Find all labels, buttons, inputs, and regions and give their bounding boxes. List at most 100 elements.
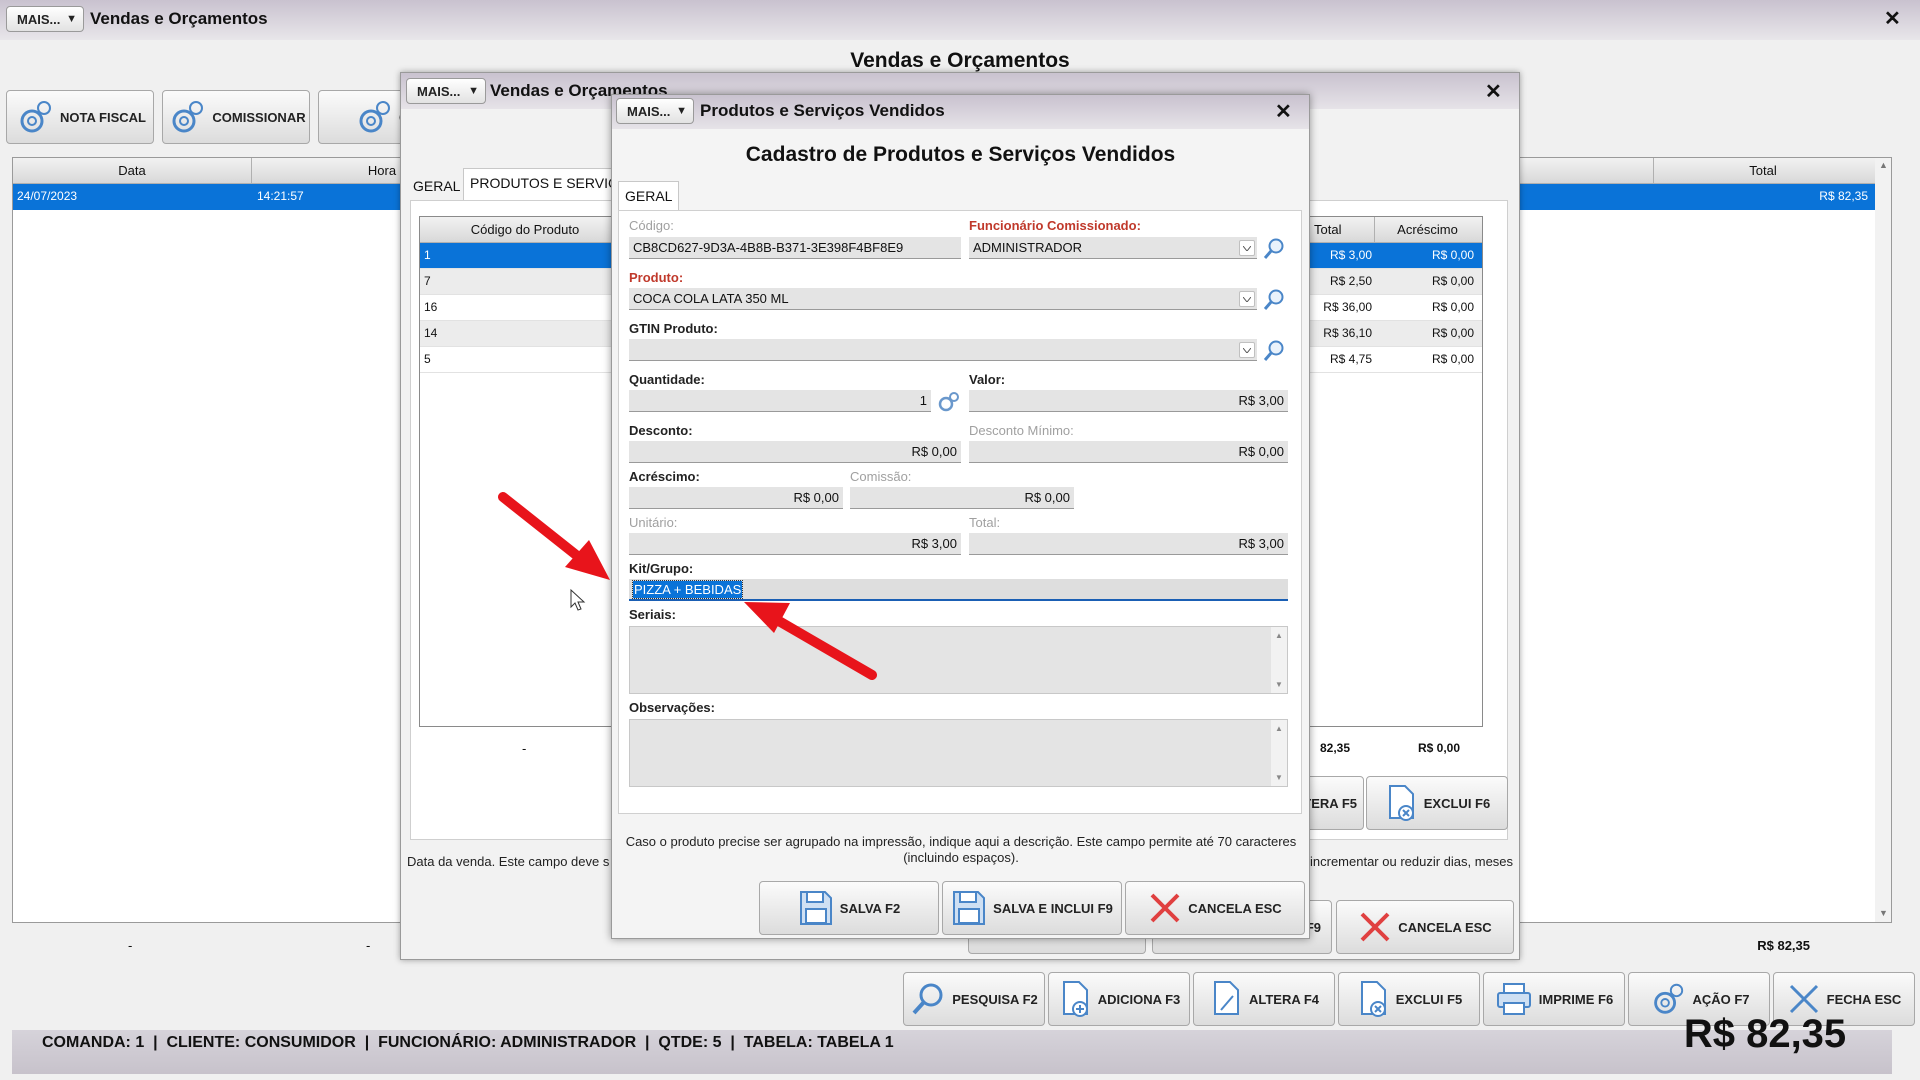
mid-footer-dash: - xyxy=(522,741,527,756)
big-total: R$ 82,35 xyxy=(1683,1014,1847,1054)
mid-grid-scrollbar[interactable] xyxy=(1482,235,1483,505)
exclui-button[interactable]: EXCLUI F5 xyxy=(1338,972,1480,1026)
third-toolbar-button[interactable]: C xyxy=(318,90,408,144)
magnifier-icon xyxy=(912,983,943,1015)
altera-button[interactable]: ALTERA F4 xyxy=(1193,972,1335,1026)
valor-field[interactable]: R$ 3,00 xyxy=(969,390,1288,412)
adiciona-label: ADICIONA F3 xyxy=(1097,991,1181,1007)
scroll-up-arrow-icon[interactable]: ▲ xyxy=(1275,724,1283,733)
dialog-heading: Cadastro de Produtos e Serviços Vendidos xyxy=(745,143,1176,166)
adiciona-button[interactable]: ADICIONA F3 xyxy=(1048,972,1190,1026)
desconto-field[interactable]: R$ 0,00 xyxy=(629,441,961,463)
mid-exclui-button[interactable]: EXCLUI F6 xyxy=(1366,776,1508,830)
scroll-down-arrow-icon[interactable]: ▼ xyxy=(1879,908,1888,918)
salva-e-inclui-button[interactable]: SALVA E INCLUI F9 xyxy=(942,881,1122,935)
imprime-button[interactable]: IMPRIME F6 xyxy=(1483,972,1625,1026)
header-data[interactable]: Data xyxy=(13,163,251,178)
quantidade-field[interactable]: 1 xyxy=(629,390,931,412)
dialog-mais-button[interactable]: MAIS... ▼ xyxy=(616,98,694,124)
pesquisa-label: PESQUISA F2 xyxy=(952,991,1038,1007)
search-icon[interactable] xyxy=(1262,339,1286,363)
salva-e-inclui-label: SALVA E INCLUI F9 xyxy=(993,900,1113,916)
salva-button[interactable]: SALVA F2 xyxy=(759,881,939,935)
gtin-combo[interactable] xyxy=(629,339,1257,361)
mid-tab-geral[interactable]: GERAL xyxy=(407,172,466,200)
main-grid-scrollbar[interactable] xyxy=(1875,158,1891,922)
row-total: R$ 82,35 xyxy=(1819,189,1868,203)
cell-codigo: 16 xyxy=(424,300,438,314)
save-icon xyxy=(953,891,986,925)
mid-cancela-button[interactable]: CANCELA ESC xyxy=(1336,900,1514,954)
cell-acrescimo: R$ 0,00 xyxy=(1431,326,1474,340)
desconto-label: Desconto: xyxy=(629,423,693,438)
kit-grupo-field[interactable]: PIZZA + BEBIDAS xyxy=(629,579,1288,601)
cell-codigo: 5 xyxy=(424,352,431,366)
chevron-down-icon[interactable] xyxy=(1239,342,1255,358)
dialog-tab-geral[interactable]: GERAL xyxy=(618,181,680,211)
dialog-close-icon[interactable]: ✕ xyxy=(1275,102,1292,122)
cancela-button[interactable]: CANCELA ESC xyxy=(1125,881,1305,935)
observacoes-scrollbar[interactable]: ▲ ▼ xyxy=(1271,720,1287,786)
header-acrescimo[interactable]: Acréscimo xyxy=(1375,222,1480,237)
printer-icon xyxy=(1496,983,1531,1015)
dialog-mais-label: MAIS... xyxy=(627,103,671,119)
scroll-up-arrow-icon[interactable]: ▲ xyxy=(1879,160,1888,170)
comissionar-button[interactable]: COMISSIONAR xyxy=(162,90,310,144)
nota-fiscal-button[interactable]: NOTA FISCAL xyxy=(6,90,154,144)
header-codigo[interactable]: Código do Produto xyxy=(420,222,630,237)
chevron-down-icon[interactable] xyxy=(1239,240,1255,256)
acrescimo-field[interactable]: R$ 0,00 xyxy=(629,487,843,509)
search-icon[interactable] xyxy=(1262,237,1286,261)
cell-codigo: 14 xyxy=(424,326,438,340)
pesquisa-button[interactable]: PESQUISA F2 xyxy=(903,972,1045,1026)
gear-icon xyxy=(20,101,52,133)
red-x-icon xyxy=(1360,912,1390,942)
unitario-field: R$ 3,00 xyxy=(629,533,961,555)
footer-dash-1: - xyxy=(128,938,133,953)
chevron-down-icon: ▼ xyxy=(66,13,77,25)
unitario-label: Unitário: xyxy=(629,515,678,530)
mid-tab-produtos[interactable]: PRODUTOS E SERVIÇOS xyxy=(463,168,613,200)
exclui-label: EXCLUI F5 xyxy=(1395,991,1463,1007)
cell-acrescimo: R$ 0,00 xyxy=(1431,248,1474,262)
status-bar-text: COMANDA: 1 | CLIENTE: CONSUMIDOR | FUNCI… xyxy=(42,1034,894,1051)
gear-icon[interactable] xyxy=(936,391,960,413)
funcionario-combo[interactable]: ADMINISTRADOR xyxy=(969,237,1257,259)
cell-total: R$ 36,10 xyxy=(1323,326,1372,340)
produto-combo[interactable]: COCA COLA LATA 350 ML xyxy=(629,288,1257,310)
main-close-icon[interactable]: ✕ xyxy=(1884,9,1901,29)
dialog-title: Produtos e Serviços Vendidos xyxy=(700,101,945,120)
total-field: R$ 3,00 xyxy=(969,533,1288,555)
quantidade-label: Quantidade: xyxy=(629,372,705,387)
seriais-scrollbar[interactable]: ▲ ▼ xyxy=(1271,627,1287,693)
cell-total: R$ 3,00 xyxy=(1329,248,1372,262)
header-total[interactable]: Total xyxy=(1653,163,1873,178)
chevron-down-icon[interactable] xyxy=(1239,291,1255,307)
mid-close-icon[interactable]: ✕ xyxy=(1485,82,1502,102)
cell-acrescimo: R$ 0,00 xyxy=(1431,352,1474,366)
save-icon xyxy=(799,891,832,925)
cell-acrescimo: R$ 0,00 xyxy=(1431,300,1474,314)
total-label: Total: xyxy=(969,515,1001,530)
footer-dash-2: - xyxy=(366,938,371,953)
seriais-memo[interactable]: ▲ ▼ xyxy=(629,626,1288,694)
salva-label: SALVA F2 xyxy=(839,900,901,916)
scroll-down-arrow-icon[interactable]: ▼ xyxy=(1275,773,1283,782)
gear-icon xyxy=(1654,983,1684,1014)
main-mais-button[interactable]: MAIS... ▼ xyxy=(6,6,84,32)
main-heading: Vendas e Orçamentos xyxy=(850,49,1070,72)
chevron-down-icon: ▼ xyxy=(468,85,479,97)
altera-label: ALTERA F4 xyxy=(1248,991,1320,1007)
dialog-hint: Caso o produto precise ser agrupado na i… xyxy=(625,834,1297,865)
scroll-down-arrow-icon[interactable]: ▼ xyxy=(1275,680,1283,689)
delete-document-icon xyxy=(1388,785,1414,821)
close-icon xyxy=(1789,984,1818,1014)
scroll-up-arrow-icon[interactable]: ▲ xyxy=(1275,631,1283,640)
search-icon[interactable] xyxy=(1262,288,1286,312)
kit-grupo-value: PIZZA + BEBIDAS xyxy=(631,580,744,599)
observacoes-memo[interactable]: ▲ ▼ xyxy=(629,719,1288,787)
comissao-field: R$ 0,00 xyxy=(850,487,1074,509)
mid-altera-label: TERA F5 xyxy=(1303,795,1357,811)
mid-mais-button[interactable]: MAIS... ▼ xyxy=(406,78,486,104)
mid-exclui-label: EXCLUI F6 xyxy=(1423,795,1491,811)
